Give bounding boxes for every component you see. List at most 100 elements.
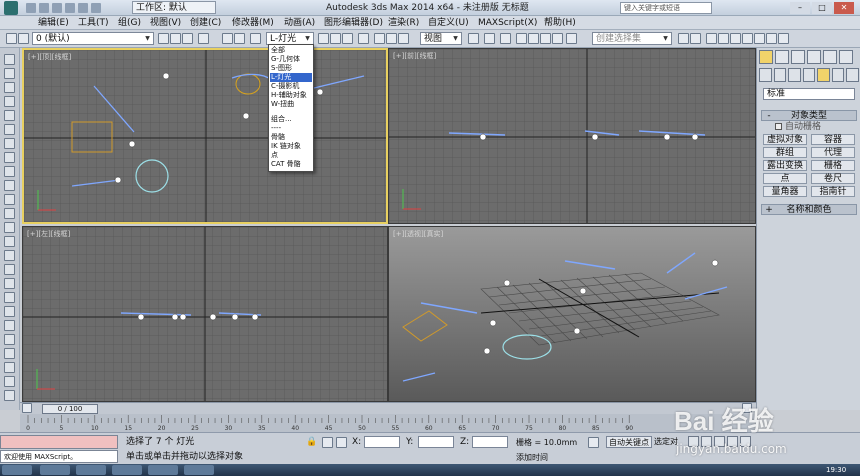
rotate-icon[interactable]	[386, 33, 397, 44]
tool-icon[interactable]	[4, 376, 15, 387]
viewport-perspective-label[interactable]: [+][透视][真实]	[393, 229, 443, 239]
light-icon[interactable]	[503, 279, 511, 287]
x-coordinate-field[interactable]	[364, 436, 400, 448]
named-selection-combo[interactable]: 创建选择集 ▼	[592, 32, 672, 45]
compass-button[interactable]: 指南针	[811, 186, 855, 197]
menu-help[interactable]: 帮助(H)	[544, 17, 576, 29]
tool-icon[interactable]	[4, 68, 15, 79]
tool-icon[interactable]	[4, 54, 15, 65]
utilities-tab-icon[interactable]	[839, 50, 853, 64]
edit-named-selection-icon[interactable]	[566, 33, 577, 44]
add-time-tag-text[interactable]: 添加时间	[516, 452, 576, 463]
expose-tm-button[interactable]: 露出变换	[763, 160, 807, 171]
tape-measure-button[interactable]: 卷尺	[811, 173, 855, 184]
maxscript-listener-mini[interactable]	[0, 435, 118, 449]
tool-icon[interactable]	[4, 278, 15, 289]
light-icon[interactable]	[137, 313, 145, 321]
light-icon[interactable]	[663, 133, 671, 141]
light-icon[interactable]	[231, 313, 239, 321]
light-icon[interactable]	[316, 88, 324, 96]
keyboard-shortcut-icon[interactable]	[500, 33, 511, 44]
render-icon[interactable]	[778, 33, 789, 44]
select-object-icon[interactable]	[318, 33, 329, 44]
viewport-top[interactable]: [+][顶][线框]	[22, 48, 388, 224]
light-icon[interactable]	[711, 259, 719, 267]
track-bar[interactable]: 0 5 10 15 20 25 30 35 40 45 50 55 60 65 70 75 80 85 90	[20, 414, 756, 432]
angle-snap-icon[interactable]	[528, 33, 539, 44]
filter-option-warps[interactable]: W-扭曲	[270, 100, 312, 109]
project-folder-icon[interactable]	[91, 3, 101, 13]
mirror-icon[interactable]	[678, 33, 689, 44]
percent-snap-icon[interactable]	[540, 33, 551, 44]
bind-warp-icon[interactable]	[182, 33, 193, 44]
chevron-right-icon[interactable]	[742, 403, 752, 413]
lock-selection-icon[interactable]: 🔒	[306, 437, 317, 448]
light-icon[interactable]	[479, 133, 487, 141]
menu-graph-editors[interactable]: 图形编辑器(D)	[324, 17, 383, 29]
object-type-rollout[interactable]: - 对象类型	[761, 110, 857, 121]
menu-create[interactable]: 创建(C)	[190, 17, 221, 29]
absolute-mode-icon[interactable]	[336, 437, 347, 448]
window-crossing-icon[interactable]	[358, 33, 369, 44]
reference-coord-combo[interactable]: 视图 ▼	[420, 32, 462, 45]
light-icon[interactable]	[209, 313, 217, 321]
modify-tab-icon[interactable]	[775, 50, 789, 64]
filter-option-all[interactable]: 全部	[270, 46, 312, 55]
tool-icon[interactable]	[4, 334, 15, 345]
next-frame-icon[interactable]	[727, 436, 738, 447]
dummy-button[interactable]: 虚拟对象	[763, 134, 807, 145]
minimize-button[interactable]: –	[790, 2, 810, 14]
app-logo-icon[interactable]	[4, 1, 18, 15]
light-icon[interactable]	[573, 327, 581, 335]
light-icon[interactable]	[579, 287, 587, 295]
save-file-icon[interactable]	[52, 3, 62, 13]
maximize-button[interactable]: □	[812, 2, 832, 14]
filter-option-combos[interactable]: 组合...	[270, 115, 312, 124]
tool-icon[interactable]	[4, 250, 15, 261]
graphite-ribbon-icon[interactable]	[718, 33, 729, 44]
key-icon[interactable]	[588, 437, 599, 448]
menu-customize[interactable]: 自定义(U)	[428, 17, 469, 29]
select-manipulate-icon[interactable]	[484, 33, 495, 44]
undo-tool-icon[interactable]	[6, 33, 17, 44]
tool-icon[interactable]	[4, 166, 15, 177]
category-combo[interactable]: 标准	[763, 88, 855, 100]
y-coordinate-field[interactable]	[418, 436, 454, 448]
spinner-snap-icon[interactable]	[552, 33, 563, 44]
filter-option-lights[interactable]: L-灯光	[270, 73, 312, 82]
key-filter-text[interactable]: 选定对	[654, 436, 684, 448]
lights-icon[interactable]	[788, 68, 801, 82]
redo-icon[interactable]	[78, 3, 88, 13]
tool-icon[interactable]	[4, 194, 15, 205]
shapes-icon[interactable]	[773, 68, 787, 82]
filter-option-geometry[interactable]: G-几何体	[270, 55, 312, 64]
tool-icon[interactable]	[4, 180, 15, 191]
tool-icon[interactable]	[4, 152, 15, 163]
maxscript-output[interactable]: 欢迎使用 MAXScript。	[0, 450, 118, 463]
taskbar-explorer-icon[interactable]	[76, 465, 106, 475]
tool-icon[interactable]	[4, 390, 15, 401]
viewport-front[interactable]: [+][前][线框]	[388, 48, 756, 224]
previous-frame-icon[interactable]	[701, 436, 712, 447]
tool-icon[interactable]	[4, 292, 15, 303]
menu-tools[interactable]: 工具(T)	[78, 17, 109, 29]
tool-icon[interactable]	[4, 110, 15, 121]
filter-option-point[interactable]: 点	[270, 151, 312, 160]
material-editor-icon[interactable]	[742, 33, 753, 44]
isolate-icon[interactable]	[322, 437, 333, 448]
tool-icon[interactable]	[4, 96, 15, 107]
link-tool-icon[interactable]	[222, 33, 233, 44]
crowd-button[interactable]: 群组	[763, 147, 807, 158]
scale-icon[interactable]	[398, 33, 409, 44]
taskbar-chrome-icon[interactable]	[40, 465, 70, 475]
unlink-icon[interactable]	[170, 33, 181, 44]
render-frame-icon[interactable]	[766, 33, 777, 44]
menu-rendering[interactable]: 渲染(R)	[388, 17, 419, 29]
close-button[interactable]: ✕	[834, 2, 854, 14]
light-icon[interactable]	[171, 313, 179, 321]
render-setup-icon[interactable]	[754, 33, 765, 44]
hierarchy-tab-icon[interactable]	[791, 50, 805, 64]
systems-icon[interactable]	[846, 68, 860, 82]
bind-icon[interactable]	[250, 33, 261, 44]
menu-modifiers[interactable]: 修改器(M)	[232, 17, 274, 29]
